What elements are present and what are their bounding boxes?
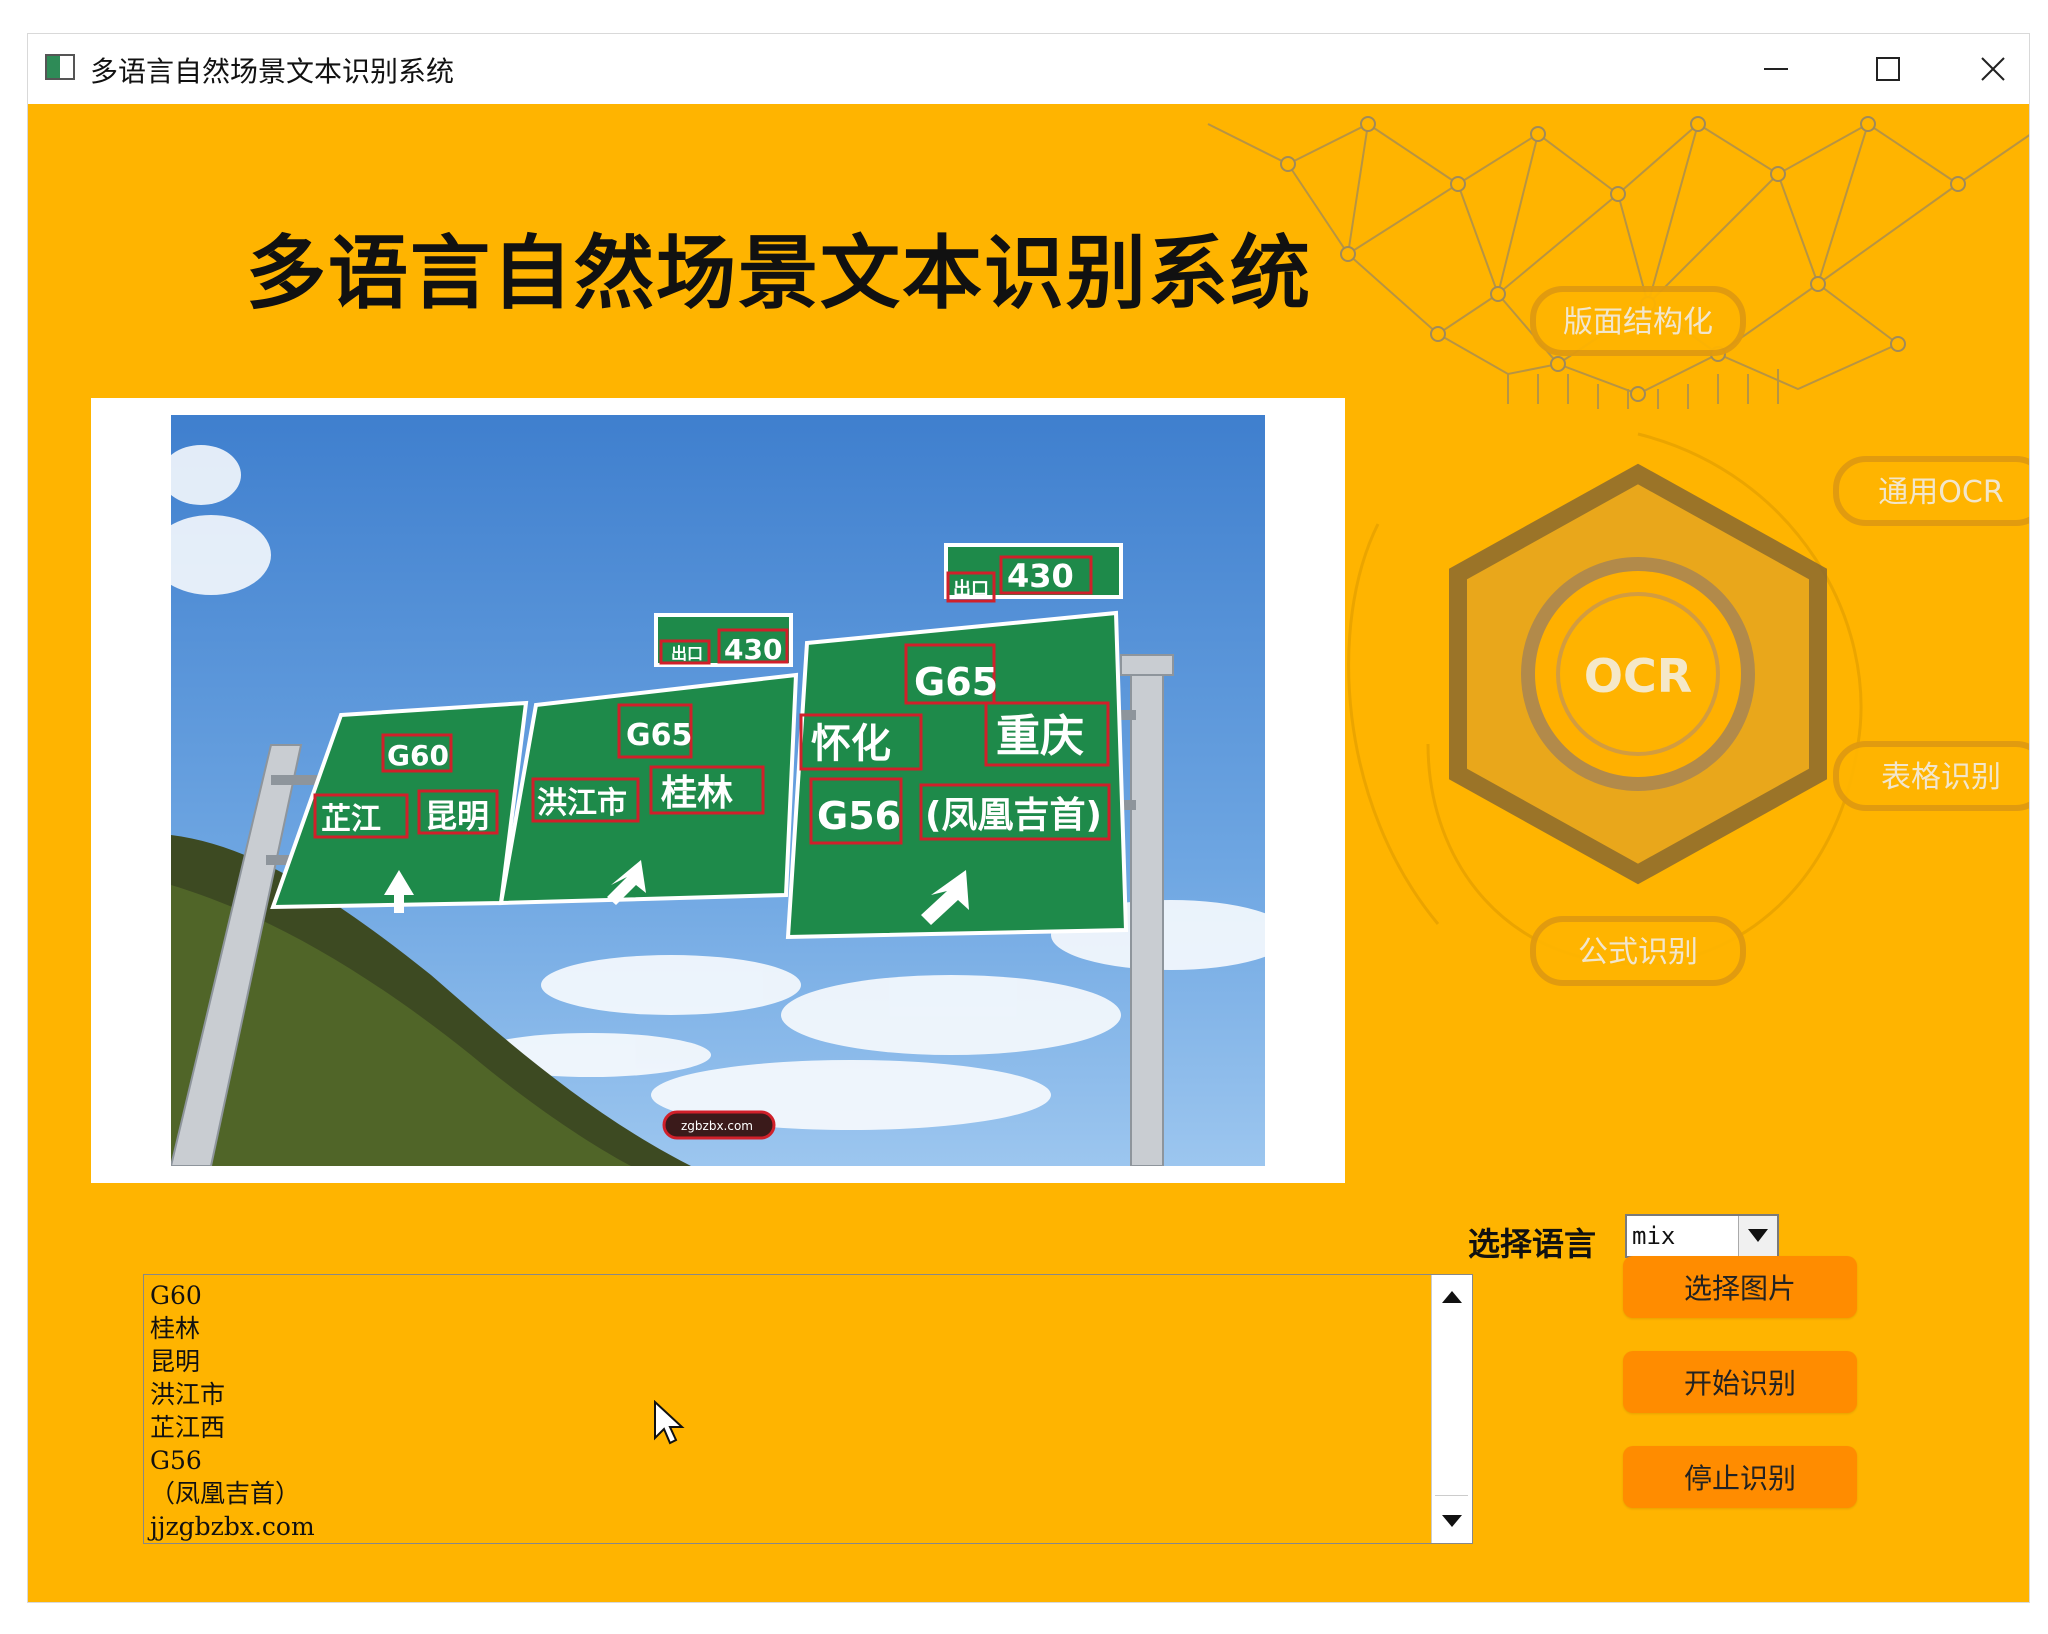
result-lines: G60 桂林 昆明 洪江市 芷江西 G56 （凤凰吉首） jjzgbzbx.co… <box>150 1279 1440 1543</box>
image-display-panel: 出口 430 出口 430 G60 芷江 昆明 G65 洪江市 桂林 G65 怀… <box>91 398 1345 1183</box>
close-button[interactable] <box>1963 42 2023 96</box>
result-line: （凤凰吉首） <box>150 1479 301 1508</box>
sign-kunming: 昆明 <box>425 797 489 835</box>
result-line: 洪江市 <box>150 1380 226 1409</box>
sign-exit-label-1: 出口 <box>671 644 703 663</box>
scroll-up-icon <box>1442 1291 1462 1303</box>
main-panel: OCR 版面结构化 通用OCR 表格识别 公式识别 识别 识别 多语言自然场景文… <box>28 104 2029 1602</box>
select-image-button[interactable]: 选择图片 <box>1623 1256 1857 1318</box>
sign-exit-number-2: 430 <box>1007 557 1074 595</box>
close-icon <box>1981 57 2005 81</box>
language-label: 选择语言 <box>1468 1225 1597 1263</box>
minimize-button[interactable] <box>1746 42 1806 96</box>
app-icon <box>45 54 75 80</box>
sign-guilin: 桂林 <box>661 773 733 814</box>
result-line: G60 <box>150 1281 202 1310</box>
stop-recognition-button[interactable]: 停止识别 <box>1623 1446 1857 1508</box>
start-recognition-button[interactable]: 开始识别 <box>1623 1351 1857 1413</box>
result-scrollbar[interactable] <box>1431 1275 1472 1543</box>
minimize-icon <box>1764 68 1788 70</box>
maximize-icon <box>1876 57 1900 81</box>
window-title: 多语言自然场景文本识别系统 <box>90 55 455 88</box>
mouse-cursor-icon <box>654 1400 685 1445</box>
sign-huaihua: 怀化 <box>811 721 891 767</box>
sign-hongjiangshi: 洪江市 <box>537 786 627 821</box>
result-line: 昆明 <box>150 1347 201 1376</box>
sign-chongqing: 重庆 <box>996 711 1084 762</box>
scroll-up-button[interactable] <box>1432 1277 1472 1317</box>
page-title: 多语言自然场景文本识别系统 <box>246 227 1312 320</box>
sign-g65-left: G65 <box>626 718 692 753</box>
scrollbar-thumb[interactable] <box>1435 1317 1468 1496</box>
result-line: 桂林 <box>150 1314 201 1343</box>
watermark-url: zgbzbx.com <box>681 1119 753 1133</box>
result-line: jjzgbzbx.com <box>150 1512 315 1541</box>
dropdown-arrow-icon[interactable] <box>1738 1216 1777 1256</box>
result-line: G56 <box>150 1446 202 1475</box>
sign-g60: G60 <box>387 739 449 772</box>
scroll-down-icon <box>1442 1515 1462 1527</box>
scroll-down-button[interactable] <box>1432 1501 1472 1541</box>
sign-zhijiang: 芷江 <box>321 802 381 837</box>
feature-label-table: 表格识别 <box>1881 760 2001 795</box>
title-bar: 多语言自然场景文本识别系统 <box>28 34 2029 104</box>
language-select-value: mix <box>1632 1222 1676 1250</box>
feature-label-formula: 公式识别 <box>1578 935 1698 970</box>
sign-fenghuang-jishou: (凤凰吉首) <box>925 795 1102 836</box>
sign-exit-number-1: 430 <box>724 633 782 666</box>
language-select[interactable]: mix <box>1625 1214 1779 1258</box>
sign-g65-right: G65 <box>914 660 998 704</box>
scene-image: 出口 430 出口 430 G60 芷江 昆明 G65 洪江市 桂林 G65 怀… <box>171 415 1265 1166</box>
result-line: 芷江西 <box>150 1413 226 1442</box>
feature-label-general-ocr: 通用OCR <box>1878 475 2003 510</box>
sign-g56: G56 <box>817 794 901 838</box>
sign-exit-label-2: 出口 <box>953 578 989 600</box>
result-text-area[interactable]: G60 桂林 昆明 洪江市 芷江西 G56 （凤凰吉首） jjzgbzbx.co… <box>143 1274 1473 1544</box>
maximize-button[interactable] <box>1858 42 1918 96</box>
feature-label-layout: 版面结构化 <box>1563 305 1713 340</box>
app-window: 多语言自然场景文本识别系统 OCR 版面结构化 通用OCR 表格识别 公式识别 … <box>27 33 2030 1603</box>
ocr-center-label: OCR <box>1584 649 1692 703</box>
